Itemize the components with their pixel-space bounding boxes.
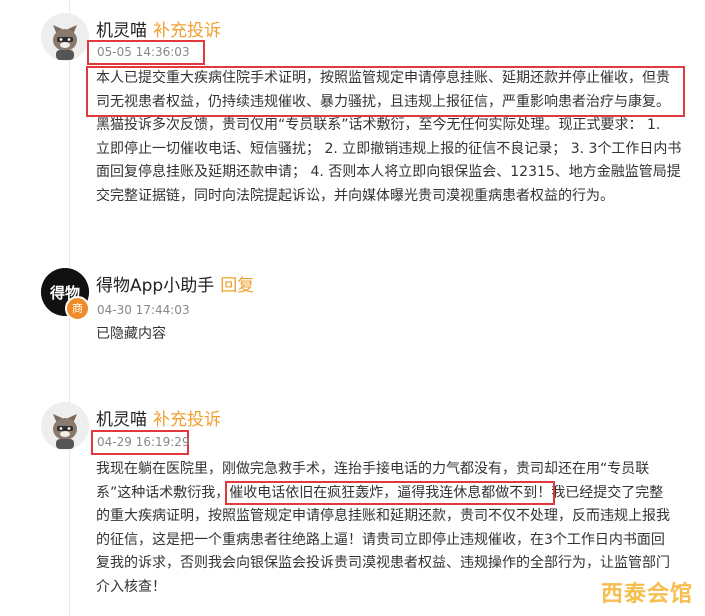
username[interactable]: 得物App小助手 — [96, 276, 214, 296]
post-header: 机灵喵 补充投诉 — [96, 405, 221, 431]
content-line: 黑猫投诉多次反馈，贵司仅用“专员联系”话术敷衍，至今无任何实际处理。现正式要求：… — [96, 117, 661, 133]
content-line: 系”这种话术敷衍我，催收电话依旧在疯狂轰炸，逼得我连休息都做不到！我已经提交了完… — [96, 480, 682, 506]
supplement-complaint-label[interactable]: 补充投诉 — [153, 410, 221, 430]
content-line: 的征信，这是把一个重病患者往绝路上逼！请贵司立即停止违规催收，在3个工作日内书面… — [96, 531, 665, 548]
username[interactable]: 机灵喵 — [96, 410, 147, 430]
cat-avatar-icon — [41, 402, 89, 450]
content-line: 的重大疾病证明，按照监管规定申请停息挂账和延期还款，贵司不仅不处理，反而违规上报… — [96, 508, 670, 524]
post-content: 本人已提交重大疾病住院手术证明，按照监管规定申请停息挂账、延期还款并停止催收，但… — [96, 67, 682, 208]
post-header: 机灵喵 补充投诉 — [96, 16, 221, 42]
content-line: 介入核查！ — [96, 578, 166, 595]
post-content: 我现在躺在医院里，刚做完急救手术，连抬手接电话的力气都没有，贵司却还在用“专员联… — [96, 458, 682, 599]
content-line: 交完整证据链，同时向法院提起诉讼，并向媒体曝光贵司漠视重病患者权益的行为。 — [96, 187, 614, 204]
content-line: 我现在躺在医院里，刚做完急救手术，连抬手接电话的力气都没有，贵司却还在用“专员联 — [96, 461, 650, 477]
content-fragment: 我已经提交了完整 — [551, 484, 664, 501]
username[interactable]: 机灵喵 — [96, 21, 147, 41]
post-timestamp: 04-29 16:19:29 — [97, 435, 190, 449]
cat-avatar-icon — [41, 13, 89, 61]
hidden-content-text: 已隐藏内容 — [96, 326, 166, 342]
content-line: 面回复停息挂账及延期还款申请； 4. 否则本人将立即向银保监会、12315、地方… — [96, 164, 681, 180]
content-line: 本人已提交重大疾病住院手术证明，按照监管规定申请停息挂账、延期还款并停止催收，但… — [96, 70, 670, 86]
watermark: 西泰会馆 — [600, 582, 693, 607]
avatar[interactable] — [41, 402, 89, 450]
content-fragment: 系”这种话术敷衍我， — [96, 484, 230, 501]
highlighted-text: 催收电话依旧在疯狂轰炸，逼得我连休息都做不到！ — [225, 480, 556, 505]
supplement-complaint-label[interactable]: 补充投诉 — [153, 21, 221, 41]
post-content: 已隐藏内容 — [96, 323, 682, 347]
post-header: 得物App小助手 回复 — [96, 271, 254, 297]
content-line: 复我的诉求，否则我会向银保监会投诉贵司漠视患者权益、违规操作的全部行为，让监管部… — [96, 555, 670, 571]
post-timestamp: 05-05 14:36:03 — [97, 45, 190, 59]
post-timestamp: 04-30 17:44:03 — [97, 303, 190, 317]
avatar[interactable] — [41, 13, 89, 61]
content-line: 司无视患者权益，仍持续违规催收、暴力骚扰，且违规上报征信，严重影响患者治疗与康复… — [96, 93, 670, 110]
reply-label[interactable]: 回复 — [220, 276, 254, 296]
content-line: 立即停止一切催收电话、短信骚扰； 2. 立即撤销违规上报的征信不良记录； 3. … — [96, 140, 682, 157]
merchant-badge: 商 — [65, 296, 90, 321]
